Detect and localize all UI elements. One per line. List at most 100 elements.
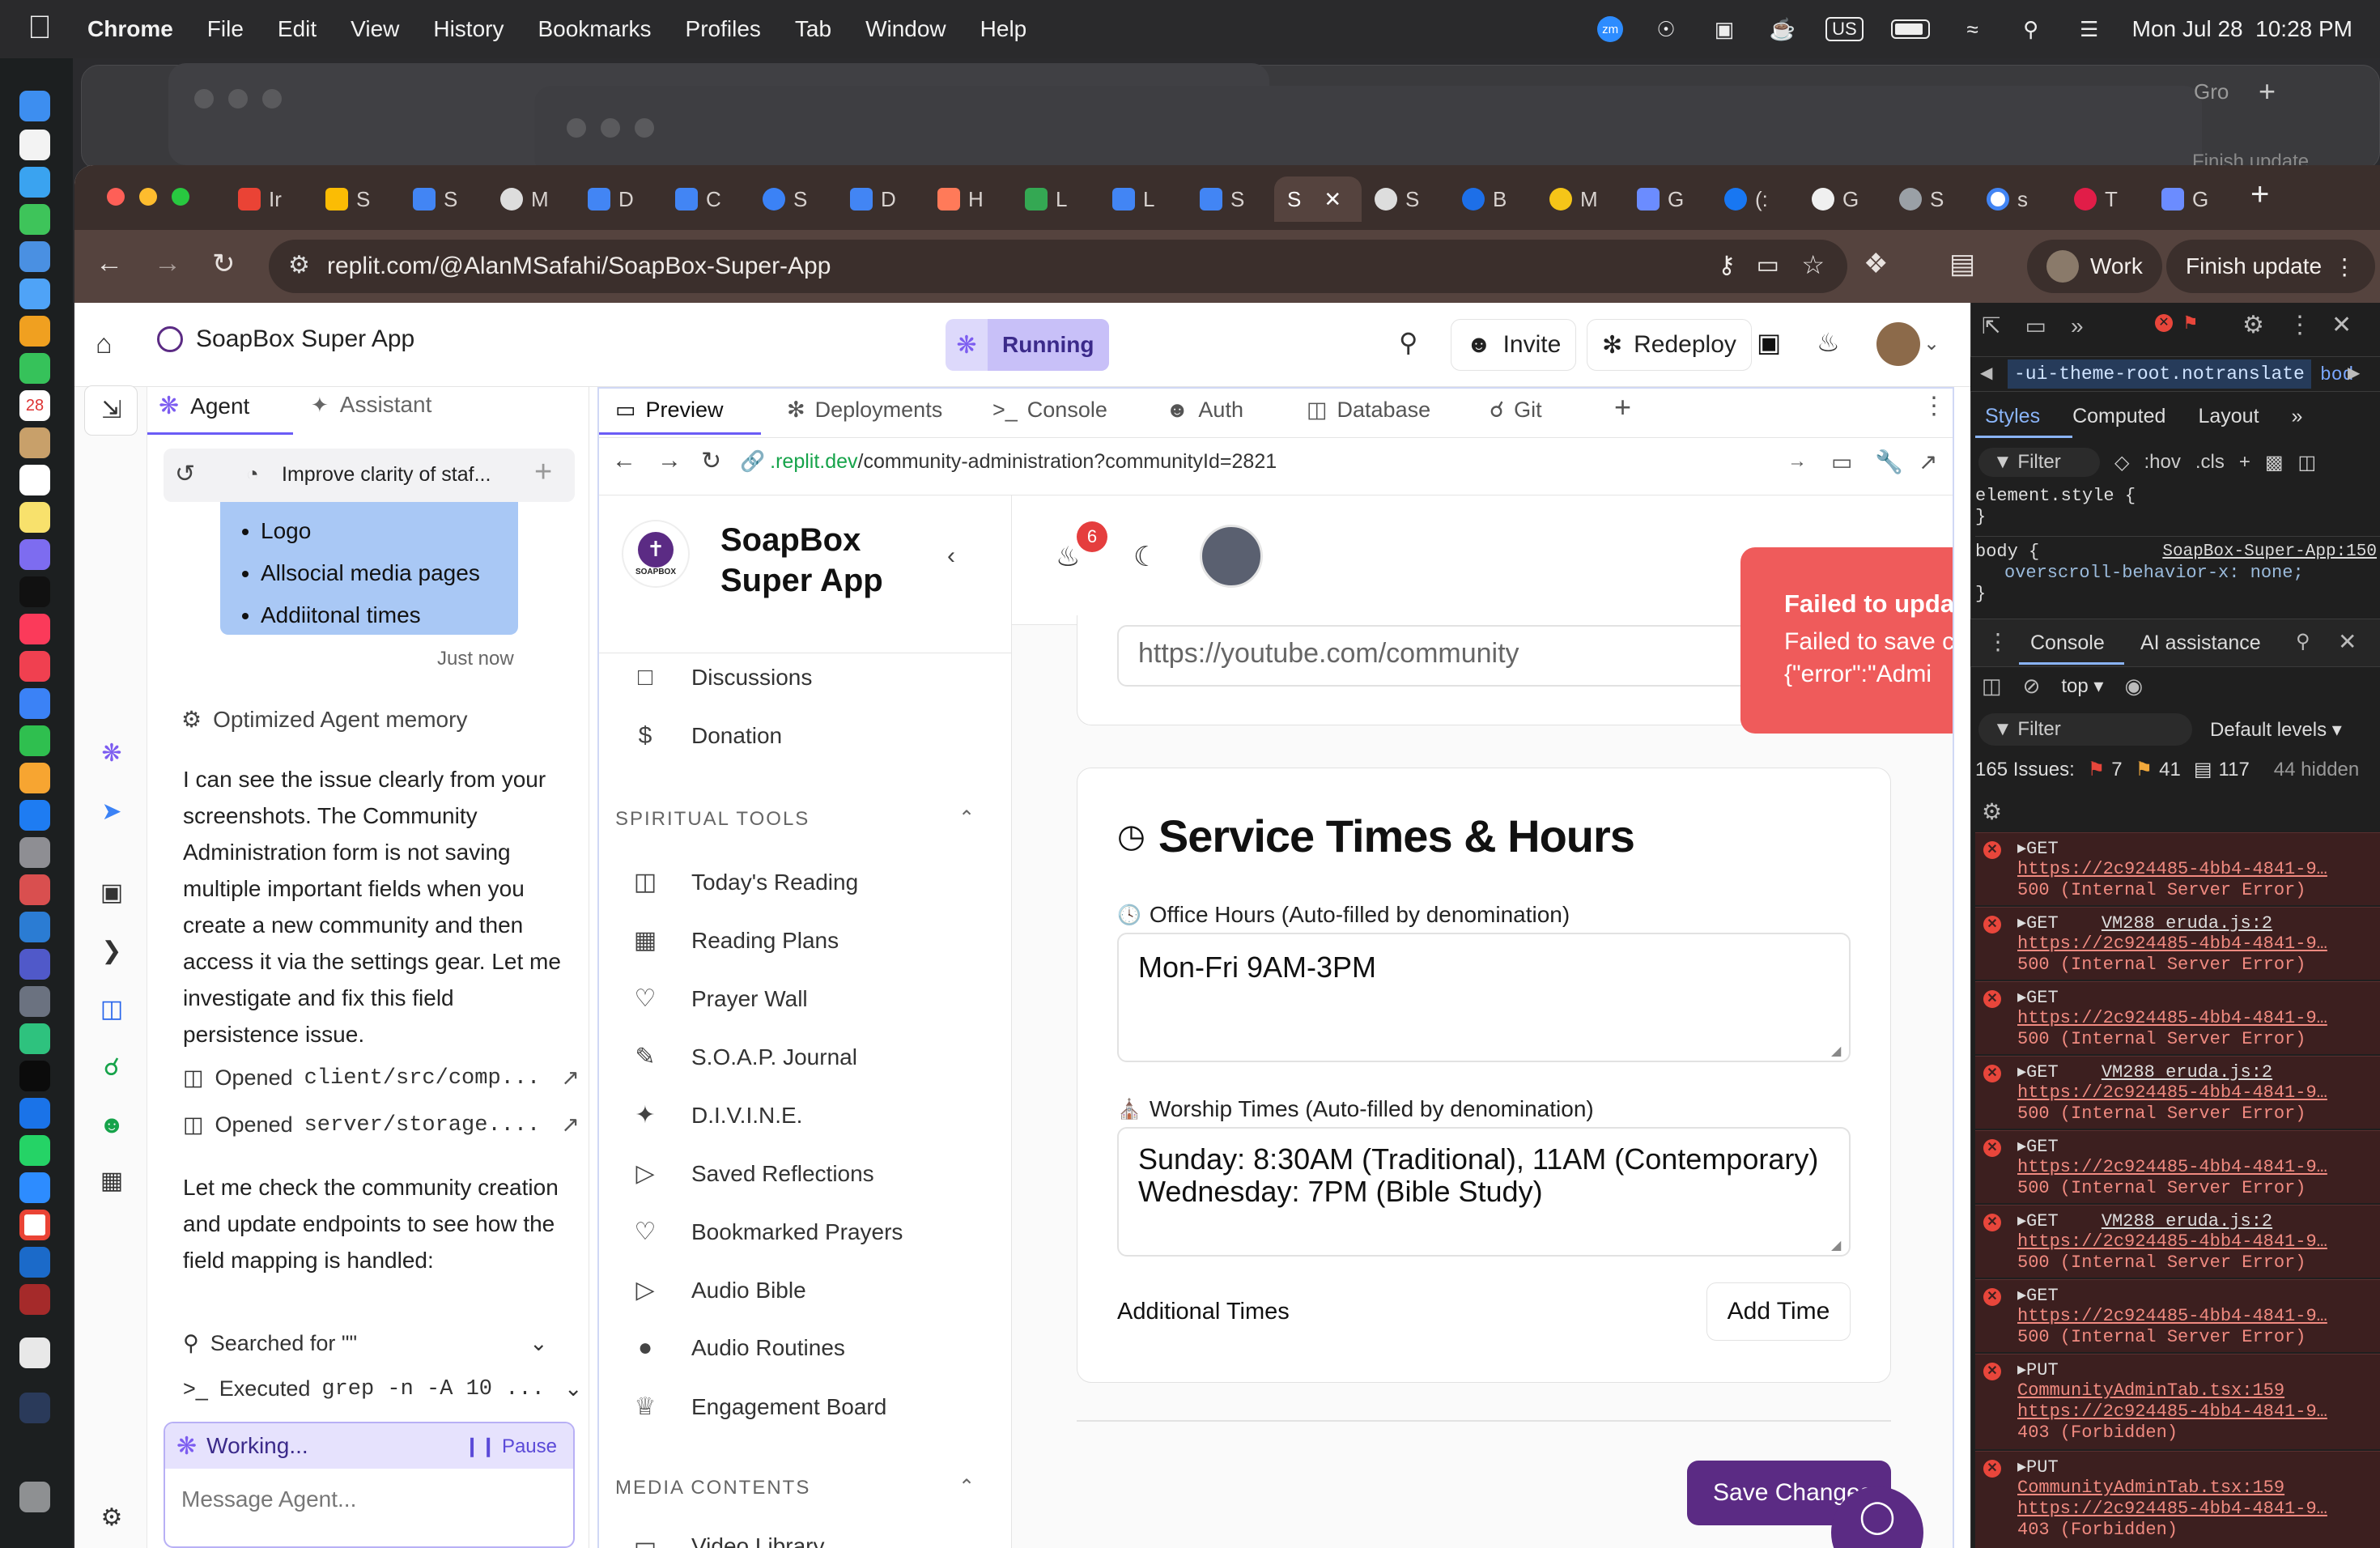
console-error-entry[interactable]: ✕ ▸GET https://2c924485-4bb4-4841-9… 500… [1975, 1130, 2380, 1203]
tab-openai[interactable]: S [1362, 176, 1449, 222]
dock-app-icon[interactable] [19, 1023, 50, 1054]
dock-app-icon[interactable] [19, 1098, 50, 1129]
menu-app-chrome[interactable]: Chrome [87, 16, 173, 42]
back-arrow-icon[interactable]: ← [612, 447, 636, 474]
disclosure-triangle-icon[interactable]: ▸ [2017, 913, 2026, 933]
monitor-icon[interactable]: ▣ [97, 878, 126, 907]
console-sidebar-icon[interactable]: ◫ [1982, 674, 2002, 699]
reload-icon[interactable]: ↻ [701, 447, 721, 475]
request-url-link[interactable]: https://2c924485-4bb4-4841-9… [2017, 1157, 2327, 1177]
pages-icon[interactable] [19, 763, 50, 793]
drawer-menu-icon[interactable]: ⋮ [1987, 628, 2009, 655]
shell-icon[interactable]: ❯ [97, 936, 126, 965]
system-settings-icon[interactable] [19, 837, 50, 868]
devtools-error-counts[interactable]: ✕ ⚑ [2155, 313, 2199, 334]
office-hours-textarea[interactable]: Mon-Fri 9AM-3PM [1117, 933, 1851, 1062]
disclosure-triangle-icon[interactable]: ▸ [2017, 1137, 2026, 1157]
calendar-icon[interactable]: 28 [19, 390, 50, 421]
launchpad-icon[interactable] [19, 130, 50, 160]
notes-icon[interactable] [19, 502, 50, 533]
css-property[interactable]: overscroll-behavior-x: none; [1975, 563, 2380, 584]
history-icon[interactable]: ↺ [175, 460, 195, 488]
new-thread-plus-icon[interactable]: + [534, 455, 552, 490]
close-window-button[interactable] [107, 188, 125, 206]
source-link[interactable]: CommunityAdminTab.tsx:159 [2017, 1478, 2284, 1498]
user-avatar[interactable] [1876, 322, 1920, 366]
kebab-menu-icon[interactable]: ⋮ [2288, 311, 2312, 339]
class-toggle[interactable]: .cls [2195, 451, 2225, 474]
tab-docs[interactable]: S [400, 176, 487, 222]
tab-docs[interactable]: D [837, 176, 924, 222]
menu-view[interactable]: View [351, 16, 399, 42]
sidebar-item-discussions[interactable]: □ Discussions [633, 664, 812, 691]
news-icon[interactable] [19, 651, 50, 682]
tab-deployments[interactable]: ✻ Deployments [774, 387, 955, 432]
console-error-entry[interactable]: ✕ ▸GET VM288 eruda.js:2 https://2c924485… [1975, 907, 2380, 980]
bookmark-star-icon[interactable]: ☆ [1801, 249, 1825, 280]
tab-computed[interactable]: Computed [2072, 405, 2165, 428]
agent-icon[interactable]: ❋ [97, 738, 126, 768]
safari-icon[interactable] [19, 167, 50, 198]
dark-mode-moon-icon[interactable]: ☾ [1133, 541, 1158, 573]
menu-bar-clock[interactable]: Mon Jul 28 10:28 PM [2132, 16, 2352, 42]
profile-button[interactable]: Work [2027, 240, 2162, 293]
tab-styles[interactable]: Styles [1985, 405, 2040, 428]
console-error-entry[interactable]: ✕ ▸GET VM288 eruda.js:2 https://2c924485… [1975, 1205, 2380, 1278]
more-tabs-icon[interactable]: » [2292, 405, 2303, 428]
zoom-status-icon[interactable]: zm [1597, 16, 1624, 42]
collapse-sidebar-icon[interactable]: ‹ [947, 542, 955, 570]
1password-icon[interactable] [19, 1247, 50, 1278]
chevron-down-icon[interactable]: ⌄ [564, 1376, 583, 1401]
layers-icon[interactable]: ◇ [2114, 451, 2129, 474]
bell-icon[interactable]: ♨ [1817, 327, 1840, 358]
menu-window[interactable]: Window [865, 16, 946, 42]
invite-button[interactable]: ☻ Invite [1451, 319, 1577, 371]
add-tab-icon[interactable]: + [1614, 390, 1631, 424]
finder-icon[interactable] [19, 91, 50, 121]
sidebar-toggle-icon[interactable]: ◫ [2298, 451, 2317, 474]
agent-thread-header[interactable]: ↺ ◔ Improve clarity of staf... + [164, 449, 575, 502]
background-tab-label[interactable]: Gro [2194, 79, 2229, 104]
tab-docs[interactable]: D [575, 176, 662, 222]
reminders-icon[interactable] [19, 465, 50, 495]
sync-status-icon[interactable]: ☉ [1651, 17, 1681, 41]
tab-github[interactable]: G [1799, 176, 1886, 222]
disclosure-triangle-icon[interactable]: ▸ [2017, 1062, 2026, 1082]
console-error-entry[interactable]: ✕ ▸GET https://2c924485-4bb4-4841-9… 500… [1975, 1279, 2380, 1352]
console-error-entry[interactable]: ✕ ▸PUT CommunityAdminTab.tsx:159 https:/… [1975, 1354, 2380, 1449]
device-icon[interactable]: ▭ [1831, 449, 1852, 475]
maps-icon[interactable] [19, 279, 50, 309]
deployment-status-icon[interactable]: ▣ [1757, 327, 1781, 358]
sidebar-item-engagement-board[interactable]: ♕ Engagement Board [633, 1393, 887, 1421]
menu-history[interactable]: History [433, 16, 504, 42]
tab-ai-assistance[interactable]: AI assistance [2140, 632, 2261, 655]
zoom-icon[interactable] [19, 1172, 50, 1203]
pause-button[interactable]: ❙❙ Pause [464, 1435, 557, 1458]
tab-agent[interactable]: ❋ Agent [159, 392, 249, 420]
tab-gemini[interactable]: G [1624, 176, 1711, 222]
more-panels-icon[interactable]: » [2071, 313, 2084, 339]
contacts-icon[interactable] [19, 427, 50, 458]
menu-help[interactable]: Help [980, 16, 1027, 42]
chevron-up-icon[interactable]: ⌃ [958, 806, 975, 830]
console-filter-input[interactable]: ▼ Filter [1978, 713, 2192, 746]
clear-console-icon[interactable]: ⊘ [2023, 674, 2041, 699]
teams-icon[interactable] [19, 949, 50, 980]
log-levels-dropdown[interactable]: Default levels ▾ [2210, 718, 2342, 742]
chrome-icon[interactable] [19, 1210, 50, 1240]
project-title[interactable]: SoapBox Super App [157, 325, 414, 353]
search-icon[interactable]: ⚲ [1399, 327, 1417, 358]
exec-action-row[interactable]: >_ Executed grep -n -A 10 ... ⌄ [183, 1376, 582, 1401]
disclosure-triangle-icon[interactable]: ▸ [2017, 1360, 2026, 1380]
disclosure-triangle-icon[interactable]: ▸ [2017, 988, 2026, 1008]
kebab-menu-icon[interactable]: ⋮ [2333, 253, 2356, 280]
panel-toggle-icon[interactable]: ⇲ [97, 395, 126, 424]
install-app-icon[interactable]: ▭ [1757, 251, 1779, 279]
app-store-icon[interactable] [19, 800, 50, 831]
devtools-wrench-icon[interactable]: 🔧 [1875, 449, 1903, 475]
tab-facebook[interactable]: (: [1711, 176, 1799, 222]
dock-app-icon[interactable] [19, 874, 50, 905]
menu-edit[interactable]: Edit [278, 16, 317, 42]
console-error-entry[interactable]: ✕ ▸PUT CommunityAdminTab.tsx:159 https:/… [1975, 1451, 2380, 1548]
photos-icon[interactable] [19, 316, 50, 347]
